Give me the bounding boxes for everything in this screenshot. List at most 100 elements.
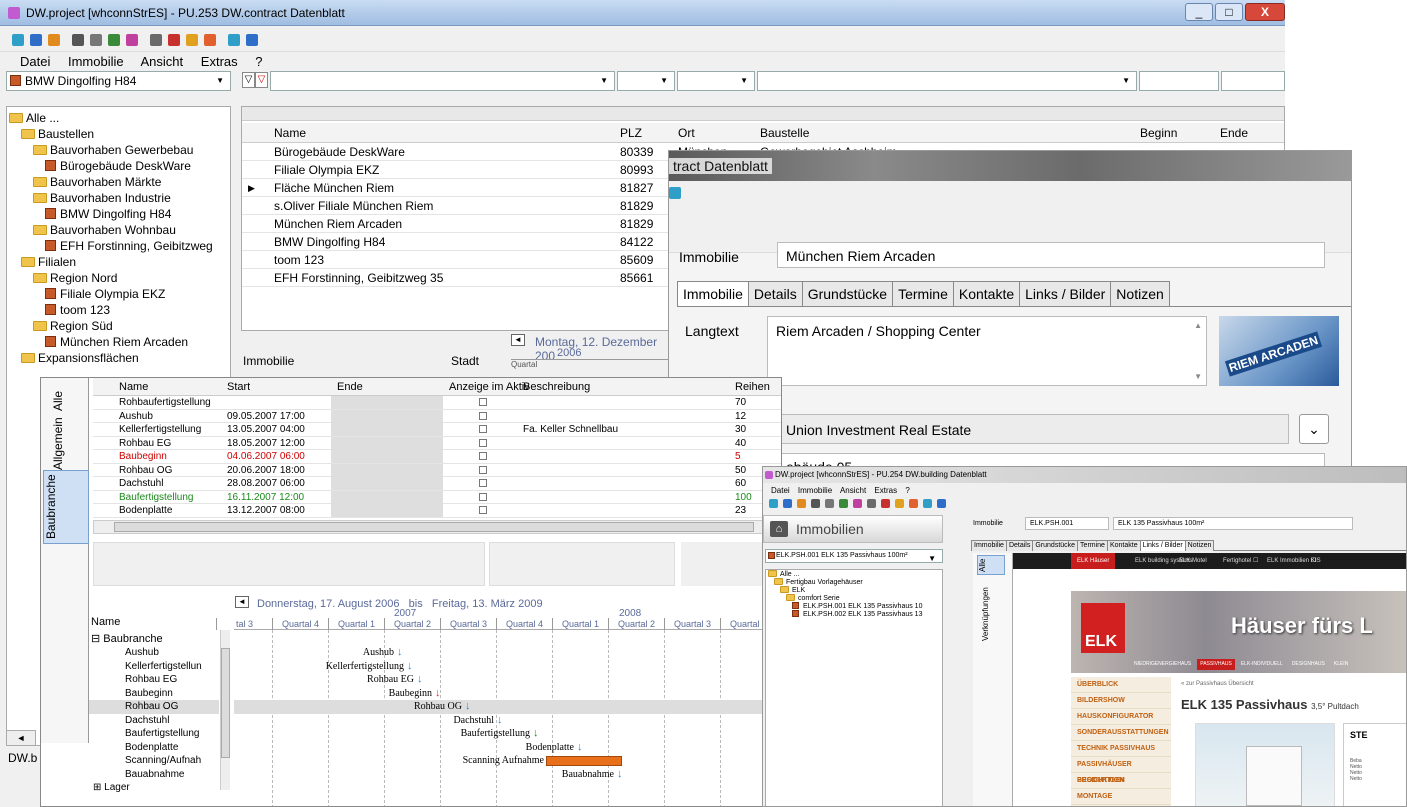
scroll-up-icon[interactable]: ▲: [1194, 321, 1202, 330]
minimize-button[interactable]: _: [1185, 3, 1213, 21]
gantt-milestone[interactable]: Dachstuhl: [453, 714, 494, 727]
tree-node[interactable]: Bauvorhaben Gewerbebau: [33, 142, 193, 158]
b-tab[interactable]: Termine: [1077, 540, 1108, 551]
banner-nav-item[interactable]: PASSIVHAUS: [1197, 659, 1235, 670]
scroll-down-icon[interactable]: ▼: [1194, 372, 1202, 381]
filter-field-3[interactable]: [677, 71, 755, 91]
toolbar-icon[interactable]: [126, 34, 138, 46]
toolbar-icon[interactable]: [839, 499, 848, 508]
tree-node[interactable]: Filialen: [21, 254, 76, 270]
gantt-name-row[interactable]: Baufertigstellung: [89, 727, 219, 741]
tree-node[interactable]: BMW Dingolfing H84: [45, 206, 171, 222]
gantt-name-row[interactable]: Bauabnahme: [89, 768, 219, 782]
col-ende[interactable]: Ende: [1220, 123, 1280, 143]
banner-nav-item[interactable]: ELK-INDIVIDUELL: [1238, 659, 1286, 670]
filter-clear-icon[interactable]: ▽: [255, 72, 268, 88]
b-menu-ansicht[interactable]: Ansicht: [840, 486, 866, 495]
gantt-name-row[interactable]: ⊞ Lager: [89, 781, 219, 795]
tree-hscroll[interactable]: ◄: [6, 730, 36, 746]
gantt-milestone[interactable]: Rohbau OG: [414, 700, 462, 713]
active-checkbox[interactable]: [479, 492, 487, 501]
gantt-name-row[interactable]: Bodenplatte: [89, 741, 219, 755]
gantt-name-row[interactable]: Baubeginn: [89, 687, 219, 701]
banner-nav-item[interactable]: DESIGNHAUS: [1289, 659, 1328, 670]
col-task-start[interactable]: Start: [227, 378, 250, 396]
task-row[interactable]: Aushub 09.05.2007 17:00 12: [93, 409, 781, 423]
b-tab[interactable]: Links / Bilder: [1139, 540, 1186, 551]
toolbar-icon[interactable]: [150, 34, 162, 46]
tree-node[interactable]: ELK.PSH.002 ELK 135 Passivhaus 13: [792, 610, 922, 619]
toolbar-icon[interactable]: [90, 34, 102, 46]
side-menu-item[interactable]: MONTAGE: [1071, 789, 1171, 805]
gantt-name-row[interactable]: Aushub: [89, 646, 219, 660]
menu-ansicht[interactable]: Ansicht: [141, 54, 184, 69]
banner-nav-item[interactable]: KLEIN: [1331, 659, 1351, 670]
gantt-name-row[interactable]: Scanning/Aufnah: [89, 754, 219, 768]
tree-node[interactable]: Bauvorhaben Märkte: [33, 174, 161, 190]
side-menu-item[interactable]: ÜBERBLICK: [1071, 677, 1171, 693]
vscroll-thumb[interactable]: [221, 648, 230, 758]
building-titlebar[interactable]: DW.project [whconnStrES] - PU.254 DW.bui…: [763, 467, 1406, 483]
col-beginn[interactable]: Beginn: [1140, 123, 1210, 143]
task-row[interactable]: Rohbau OG 20.06.2007 18:00 50: [93, 463, 781, 477]
toolbar-icon[interactable]: [895, 499, 904, 508]
toolbar-icon[interactable]: [923, 499, 932, 508]
tasks-hscroll[interactable]: [93, 520, 781, 534]
b-tab[interactable]: Notizen: [1184, 540, 1215, 551]
tree-node[interactable]: Bauvorhaben Industrie: [33, 190, 171, 206]
web-nav-item[interactable]: ELK Immobilien ☐: [1267, 553, 1316, 569]
tree-node[interactable]: EFH Forstinning, Geibitzweg: [45, 238, 213, 254]
active-checkbox[interactable]: [479, 425, 487, 433]
filter-combo[interactable]: BMW Dingolfing H84: [6, 71, 231, 91]
vtab-alle[interactable]: Alle: [51, 384, 77, 418]
b-vtab-verknuepfungen[interactable]: Verknüpfungen: [981, 579, 999, 649]
web-nav-item[interactable]: KIS: [1311, 553, 1321, 569]
back-link[interactable]: « zur Passivhaus Übersicht: [1181, 681, 1254, 687]
task-row[interactable]: Kellerfertigstellung 13.05.2007 04:00 Fa. …: [93, 423, 781, 437]
gantt-name-row[interactable]: Dachstuhl: [89, 714, 219, 728]
side-menu-item[interactable]: PASSIVHÄUSER BESICHTIGEN: [1071, 757, 1171, 784]
toolbar-icon[interactable]: [12, 34, 24, 46]
gantt-milestone[interactable]: Kellerfertigstellung: [326, 660, 404, 673]
tab-details[interactable]: Details: [747, 281, 803, 306]
col-plz[interactable]: PLZ: [620, 123, 670, 143]
contract-titlebar[interactable]: tract Datenblatt: [669, 151, 1351, 181]
filter-icon[interactable]: ▽: [242, 72, 255, 88]
tree-node[interactable]: Filiale Olympia EKZ: [45, 286, 165, 302]
side-menu-item[interactable]: SONDERAUSSTATTUNGEN: [1071, 725, 1171, 741]
tab-termine[interactable]: Termine: [892, 281, 954, 306]
toolbar-icon[interactable]: [867, 499, 876, 508]
tree-node[interactable]: Bauvorhaben Wohnbau: [33, 222, 176, 238]
gantt-milestone[interactable]: Aushub: [363, 646, 394, 659]
filter-field-6[interactable]: [1221, 71, 1285, 91]
toolbar-icon[interactable]: [783, 499, 792, 508]
calendar-prev-button[interactable]: ◄: [511, 334, 525, 346]
active-checkbox[interactable]: [479, 465, 487, 474]
side-menu-item[interactable]: TECHNIK PASSIVHAUS: [1071, 741, 1171, 757]
filter-field-1[interactable]: [270, 71, 615, 91]
toolbar-icon[interactable]: [228, 34, 240, 46]
gantt-milestone[interactable]: Baubeginn: [389, 687, 432, 700]
task-row[interactable]: Baufertigstellung 16.11.2007 12:00 100: [93, 490, 781, 504]
menu-immobilie[interactable]: Immobilie: [68, 54, 124, 69]
toolbar-icon[interactable]: [797, 499, 806, 508]
tree-node[interactable]: Baustellen: [21, 126, 94, 142]
gantt-group-row[interactable]: ⊟ Baubranche: [91, 632, 163, 645]
toolbar-icon[interactable]: [168, 34, 180, 46]
menu-extras[interactable]: Extras: [201, 54, 238, 69]
gantt-milestone[interactable]: Baufertigstellung: [461, 727, 530, 740]
col-task-beschreibung[interactable]: Beschreibung: [523, 378, 590, 396]
toolbar-icon[interactable]: [108, 34, 120, 46]
gantt-bar[interactable]: [546, 756, 622, 766]
toolbar-icon[interactable]: [881, 499, 890, 508]
hscroll-thumb[interactable]: [114, 522, 754, 532]
toolbar-icon[interactable]: [30, 34, 42, 46]
b-tab[interactable]: Grundstücke: [1032, 540, 1079, 551]
toolbar-icon[interactable]: [825, 499, 834, 508]
gantt-milestone[interactable]: Scanning Aufnahme: [463, 754, 544, 767]
active-checkbox[interactable]: [479, 506, 487, 514]
contract-immobilie-field[interactable]: München Riem Arcaden: [777, 242, 1325, 268]
col-ort[interactable]: Ort: [678, 123, 758, 143]
close-button[interactable]: X: [1245, 3, 1285, 21]
tab-links-bilder[interactable]: Links / Bilder: [1019, 281, 1112, 306]
